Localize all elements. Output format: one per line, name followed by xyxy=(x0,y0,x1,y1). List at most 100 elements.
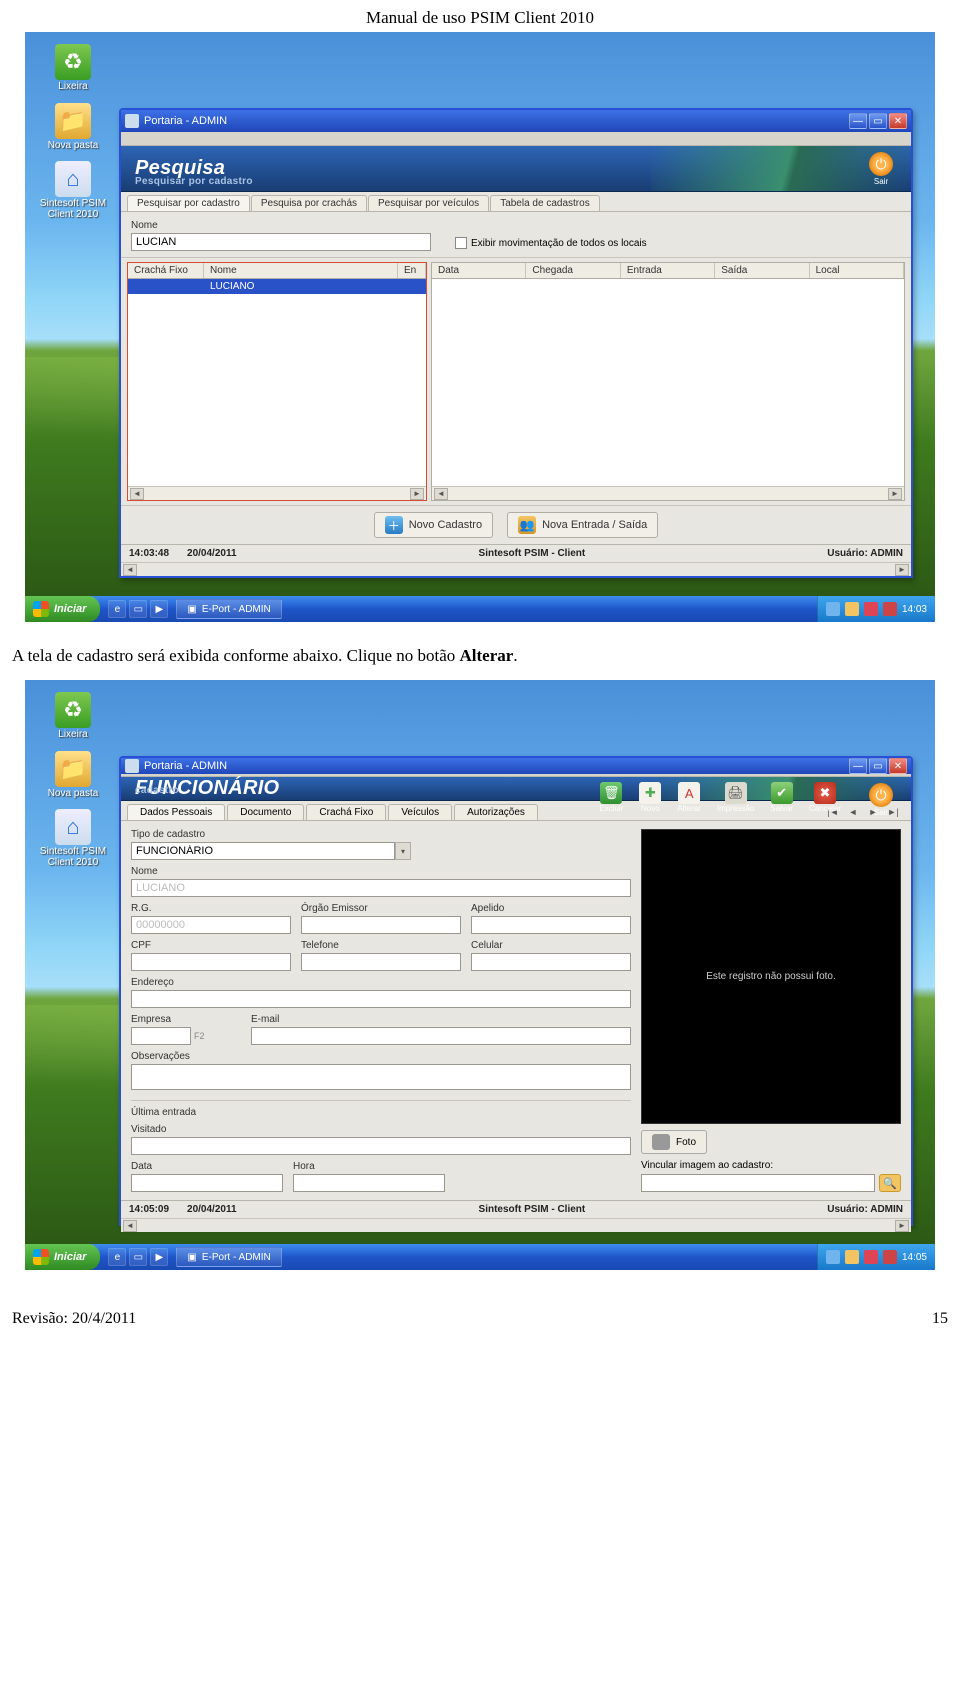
observacoes-field[interactable] xyxy=(131,1064,631,1090)
statusbar: 14:03:48 20/04/2011 Sintesoft PSIM - Cli… xyxy=(121,544,911,562)
tipo-label: Tipo de cadastro xyxy=(131,829,411,840)
tab-pesquisar-veiculos[interactable]: Pesquisar por veículos xyxy=(368,195,489,211)
nome-label: Nome xyxy=(131,220,431,231)
tab-dados-pessoais[interactable]: Dados Pessoais xyxy=(127,804,225,820)
nav-prev[interactable]: ◄ xyxy=(845,805,861,819)
scrollbar-h[interactable]: ◄► xyxy=(432,486,904,500)
desktop-icons: ♻Lixeira 📁Nova pasta ⌂Sintesoft PSIM Cli… xyxy=(37,44,109,220)
tray-clock: 14:03 xyxy=(902,604,927,615)
orgao-field[interactable] xyxy=(301,916,461,934)
system-tray[interactable]: 14:05 xyxy=(817,1244,935,1270)
plus-icon: ＋ xyxy=(385,516,403,534)
tray-shield-icon[interactable] xyxy=(883,602,897,616)
result-list-right[interactable]: Data Chegada Entrada Saída Local ◄► xyxy=(431,262,905,501)
cancelar-button[interactable]: ✖Cancelar xyxy=(809,782,841,813)
tab-veiculos[interactable]: Veículos xyxy=(388,804,452,820)
tab-pesquisa-crachas[interactable]: Pesquisa por crachás xyxy=(251,195,367,211)
chevron-down-icon[interactable]: ▾ xyxy=(395,842,411,860)
start-button[interactable]: Iniciar xyxy=(25,1244,100,1270)
email-field[interactable] xyxy=(251,1027,631,1045)
excluir-button[interactable]: 🗑Excluir xyxy=(599,782,623,813)
hora-field[interactable] xyxy=(293,1174,445,1192)
apelido-field[interactable] xyxy=(471,916,631,934)
taskbar-app-button[interactable]: ▣E-Port - ADMIN xyxy=(176,1247,281,1267)
quick-media-icon[interactable]: ▶ xyxy=(150,600,168,618)
empresa-field[interactable] xyxy=(131,1027,191,1045)
quick-desktop-icon[interactable]: ▭ xyxy=(129,1248,147,1266)
vincular-imagem-field[interactable] xyxy=(641,1174,875,1192)
scrollbar-h[interactable]: ◄► xyxy=(128,486,426,500)
telefone-field[interactable] xyxy=(301,953,461,971)
app-window-pesquisa: Portaria - ADMIN — ▭ ✕ Pesquisa Pesquisa… xyxy=(119,108,913,578)
taskbar-app-button[interactable]: ▣E-Port - ADMIN xyxy=(176,599,281,619)
taskbar: Iniciar e ▭ ▶ ▣E-Port - ADMIN 14:05 xyxy=(25,1244,935,1270)
quick-media-icon[interactable]: ▶ xyxy=(150,1248,168,1266)
cpf-field[interactable] xyxy=(131,953,291,971)
tray-icon[interactable] xyxy=(845,602,859,616)
tab-cracha-fixo[interactable]: Crachá Fixo xyxy=(306,804,386,820)
minimize-button[interactable]: — xyxy=(849,758,867,774)
endereco-field[interactable] xyxy=(131,990,631,1008)
edit-icon: A xyxy=(678,782,700,804)
desktop-icon-lixeira[interactable]: ♻Lixeira xyxy=(37,692,109,741)
close-button[interactable]: ✕ xyxy=(889,113,907,129)
sair-button[interactable]: ⏻ Sair xyxy=(869,783,893,817)
screenshot-funcionario: ♻Lixeira 📁Nova pasta ⌂Sintesoft PSIM Cli… xyxy=(25,680,935,1270)
start-button[interactable]: Iniciar xyxy=(25,596,100,622)
result-row-selected[interactable]: LUCIANO xyxy=(128,279,426,294)
celular-field[interactable] xyxy=(471,953,631,971)
save-icon: ✔ xyxy=(771,782,793,804)
titlebar[interactable]: Portaria - ADMIN — ▭ ✕ xyxy=(121,758,911,774)
system-tray[interactable]: 14:03 xyxy=(817,596,935,622)
nome-field[interactable] xyxy=(131,879,631,897)
tab-pesquisar-cadastro[interactable]: Pesquisar por cadastro xyxy=(127,195,250,211)
novo-cadastro-button[interactable]: ＋Novo Cadastro xyxy=(374,512,493,538)
impressao-button[interactable]: 🖨Impressão xyxy=(717,782,754,813)
tray-icon[interactable] xyxy=(826,602,840,616)
desktop-icon-psim-client[interactable]: ⌂Sintesoft PSIM Client 2010 xyxy=(37,809,109,868)
tray-icon[interactable] xyxy=(864,1250,878,1264)
tabs: Pesquisar por cadastro Pesquisa por crac… xyxy=(121,192,911,212)
visitado-field[interactable] xyxy=(131,1137,631,1155)
quick-launch: e ▭ ▶ xyxy=(108,1248,168,1266)
quick-desktop-icon[interactable]: ▭ xyxy=(129,600,147,618)
data-field[interactable] xyxy=(131,1174,283,1192)
nome-input[interactable] xyxy=(131,233,431,251)
maximize-button[interactable]: ▭ xyxy=(869,758,887,774)
salvar-button[interactable]: ✔Salvar xyxy=(770,782,793,813)
desktop-icon-psim-client[interactable]: ⌂Sintesoft PSIM Client 2010 xyxy=(37,161,109,220)
nome-label: Nome xyxy=(131,866,631,877)
desktop-icon-nova-pasta[interactable]: 📁Nova pasta xyxy=(37,103,109,152)
windows-logo-icon xyxy=(33,1249,49,1265)
chk-exibir-movimentacao[interactable]: Exibir movimentação de todos os locais xyxy=(455,237,647,249)
outer-scrollbar[interactable]: ◄► xyxy=(121,1218,911,1232)
tray-icon[interactable] xyxy=(826,1250,840,1264)
minimize-button[interactable]: — xyxy=(849,113,867,129)
rg-field[interactable] xyxy=(131,916,291,934)
result-list-left[interactable]: Crachá Fixo Nome En LUCIANO ◄► xyxy=(127,262,427,501)
tab-autorizacoes[interactable]: Autorizações xyxy=(454,804,538,820)
tab-tabela-cadastros[interactable]: Tabela de cadastros xyxy=(490,195,600,211)
quick-ie-icon[interactable]: e xyxy=(108,600,126,618)
sair-button[interactable]: ⏻ Sair xyxy=(869,152,893,186)
alterar-button[interactable]: AAlterar xyxy=(677,782,701,813)
novo-button[interactable]: ✚Novo xyxy=(639,782,661,813)
menubar xyxy=(121,132,911,146)
desktop-icon-nova-pasta[interactable]: 📁Nova pasta xyxy=(37,751,109,800)
nova-entrada-saida-button[interactable]: 👥Nova Entrada / Saída xyxy=(507,512,658,538)
desktop-icon-lixeira[interactable]: ♻Lixeira xyxy=(37,44,109,93)
titlebar[interactable]: Portaria - ADMIN — ▭ ✕ xyxy=(121,110,911,132)
windows-logo-icon xyxy=(33,601,49,617)
foto-button[interactable]: Foto xyxy=(641,1130,707,1154)
tray-icon[interactable] xyxy=(864,602,878,616)
browse-button[interactable]: 🔍 xyxy=(879,1174,901,1192)
tipo-select[interactable] xyxy=(131,842,395,860)
tray-icon[interactable] xyxy=(845,1250,859,1264)
outer-scrollbar[interactable]: ◄► xyxy=(121,562,911,576)
tray-shield-icon[interactable] xyxy=(883,1250,897,1264)
close-button[interactable]: ✕ xyxy=(889,758,907,774)
tab-documento[interactable]: Documento xyxy=(227,804,304,820)
maximize-button[interactable]: ▭ xyxy=(869,113,887,129)
banner-subtitle: cadastro xyxy=(135,785,179,796)
quick-ie-icon[interactable]: e xyxy=(108,1248,126,1266)
